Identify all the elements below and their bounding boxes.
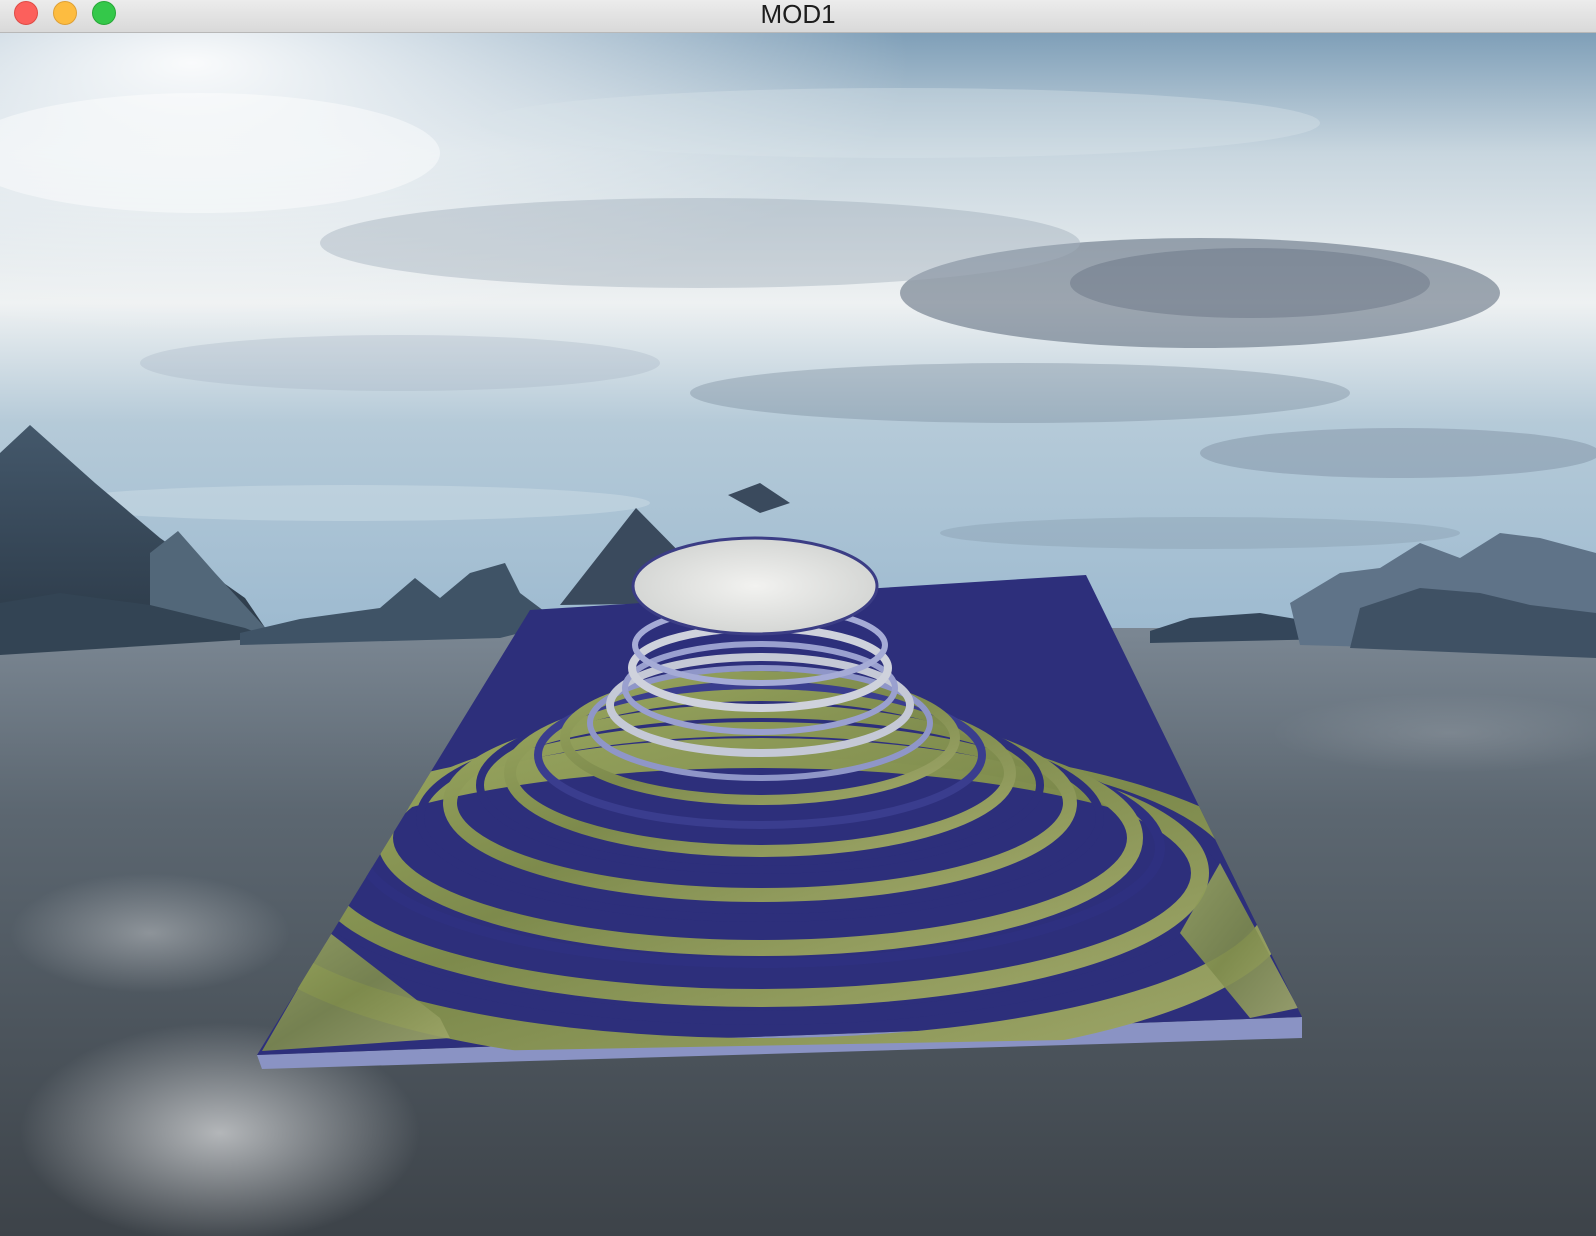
render-viewport[interactable] <box>0 33 1596 1236</box>
terrain-render-canvas <box>0 33 1596 1236</box>
window-title: MOD1 <box>760 0 836 29</box>
snow-cap <box>631 536 879 636</box>
title-bar[interactable]: MOD1 <box>0 0 1596 33</box>
app-window: MOD1 <box>0 0 1596 1236</box>
